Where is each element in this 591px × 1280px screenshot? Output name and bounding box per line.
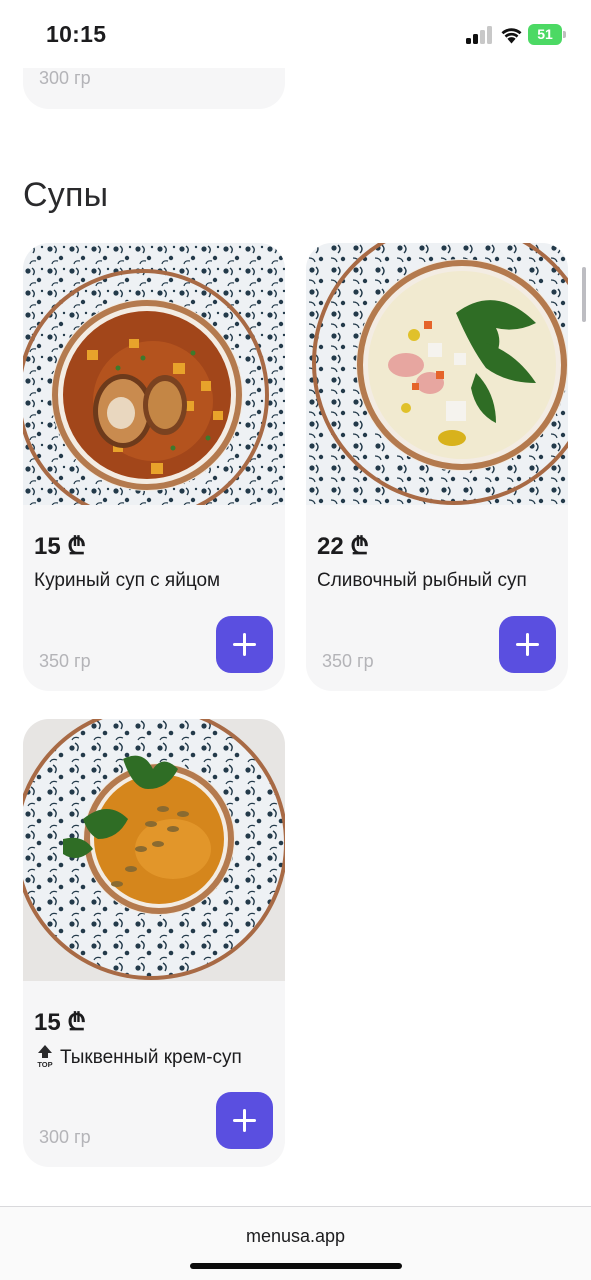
home-indicator[interactable]: [190, 1263, 402, 1269]
product-weight: 350 гр: [39, 651, 91, 671]
top-badge-label: TOP: [37, 1060, 52, 1068]
product-name: Сливочный рыбный суп: [317, 570, 527, 591]
browser-address-bar[interactable]: menusa.app: [0, 1206, 591, 1280]
product-weight: 300 гр: [39, 68, 91, 88]
product-image: [306, 243, 568, 505]
status-time: 10:15: [46, 21, 107, 47]
scrollbar[interactable]: [582, 267, 586, 322]
add-to-cart-button[interactable]: [499, 616, 556, 673]
section-title: Супы: [23, 176, 109, 214]
wifi-icon: [501, 28, 522, 44]
product-weight: 350 гр: [322, 651, 374, 671]
product-image: [23, 243, 285, 505]
product-image: [23, 719, 285, 981]
product-name: TOP Тыквенный крем-суп: [34, 1045, 242, 1070]
add-to-cart-button[interactable]: [216, 616, 273, 673]
product-name: Куриный суп с яйцом: [34, 570, 221, 591]
product-price: 22 ₾: [317, 533, 369, 560]
top-arrow-icon: TOP: [37, 1045, 53, 1068]
battery-level: 51: [537, 26, 553, 42]
product-weight: 300 гр: [39, 1127, 91, 1147]
product-name-text: Тыквенный крем-суп: [60, 1047, 242, 1069]
product-price: 15 ₾: [34, 1009, 86, 1036]
product-card[interactable]: 15 ₾ TOP Тыквенный крем-суп 300 гр: [23, 719, 285, 1167]
status-bar: 10:15 51: [0, 0, 591, 68]
product-card[interactable]: 22 ₾ Сливочный рыбный суп 350 гр: [306, 243, 568, 691]
product-price: 15 ₾: [34, 533, 86, 560]
battery-icon: 51: [528, 24, 566, 45]
cellular-signal-icon: [466, 26, 492, 44]
site-url[interactable]: menusa.app: [0, 1226, 591, 1247]
product-card[interactable]: 15 ₾ Куриный суп с яйцом 350 гр: [23, 243, 285, 691]
add-to-cart-button[interactable]: [216, 1092, 273, 1149]
